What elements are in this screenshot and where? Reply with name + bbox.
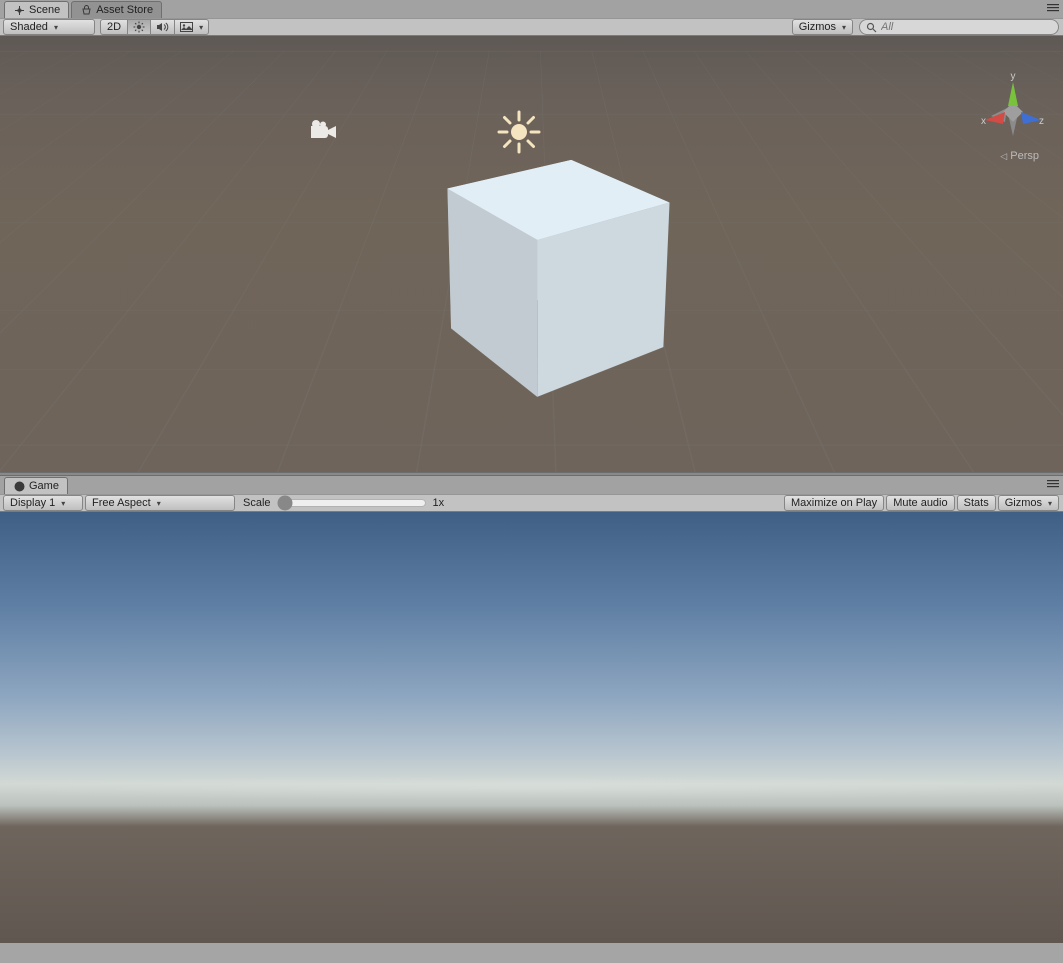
status-bar: [0, 943, 1063, 963]
mute-audio-button[interactable]: Mute audio: [886, 495, 954, 511]
image-icon: [180, 22, 193, 32]
sun-icon: [133, 21, 145, 33]
scene-panel: Scene Asset Store Shaded 2D: [0, 0, 1063, 472]
scene-icon: [13, 5, 25, 16]
scene-toggle-group: 2D: [100, 19, 209, 35]
scene-toolbar: Shaded 2D Gizmos: [0, 18, 1063, 36]
orientation-gizmo[interactable]: y x z ◁ Persp: [973, 72, 1053, 162]
axis-x-label: x: [981, 116, 986, 127]
toggle-2d-button[interactable]: 2D: [100, 19, 127, 35]
toggle-lighting-button[interactable]: [127, 19, 150, 35]
game-gizmos-dropdown[interactable]: Gizmos: [998, 495, 1059, 511]
tab-game[interactable]: Game: [4, 477, 68, 494]
scene-grid: [0, 36, 1063, 51]
search-field[interactable]: [859, 19, 1059, 35]
audio-icon: [156, 21, 169, 33]
scale-value: 1x: [427, 497, 451, 509]
magnifier-icon: [866, 22, 877, 33]
pac-icon: [13, 481, 25, 492]
axis-y-label: y: [1011, 72, 1016, 82]
tab-label: Game: [29, 480, 59, 492]
shading-mode-dropdown[interactable]: Shaded: [3, 19, 95, 35]
toggle-audio-button[interactable]: [150, 19, 174, 35]
asset-store-icon: [80, 5, 92, 16]
game-tab-bar: Game: [0, 476, 1063, 494]
shading-mode-label: Shaded: [10, 21, 48, 33]
game-panel: Game Display 1 Free Aspect Scale 1x Maxi…: [0, 476, 1063, 943]
maximize-on-play-button[interactable]: Maximize on Play: [784, 495, 884, 511]
scene-tab-bar: Scene Asset Store: [0, 0, 1063, 18]
tab-asset-store[interactable]: Asset Store: [71, 1, 162, 18]
scale-label: Scale: [237, 497, 277, 509]
panel-menu-icon[interactable]: [1047, 4, 1059, 12]
axis-z-label: z: [1039, 116, 1044, 127]
aspect-dropdown[interactable]: Free Aspect: [85, 495, 235, 511]
search-input[interactable]: [881, 21, 1052, 33]
projection-label[interactable]: ◁ Persp: [1000, 150, 1039, 162]
camera-gizmo-icon[interactable]: [308, 119, 338, 141]
scene-viewport[interactable]: y x z ◁ Persp: [0, 36, 1063, 472]
stats-button[interactable]: Stats: [957, 495, 996, 511]
display-dropdown[interactable]: Display 1: [3, 495, 83, 511]
tab-scene[interactable]: Scene: [4, 1, 69, 18]
game-viewport[interactable]: [0, 512, 1063, 943]
tab-label: Asset Store: [96, 4, 153, 16]
gizmos-dropdown[interactable]: Gizmos: [792, 19, 853, 35]
light-gizmo-icon[interactable]: [495, 108, 543, 156]
toggle-fx-button[interactable]: [174, 19, 209, 35]
panel-menu-icon[interactable]: [1047, 480, 1059, 488]
scale-slider[interactable]: [277, 495, 427, 511]
tab-label: Scene: [29, 4, 60, 16]
game-toolbar: Display 1 Free Aspect Scale 1x Maximize …: [0, 494, 1063, 512]
scene-cube[interactable]: [489, 180, 617, 361]
